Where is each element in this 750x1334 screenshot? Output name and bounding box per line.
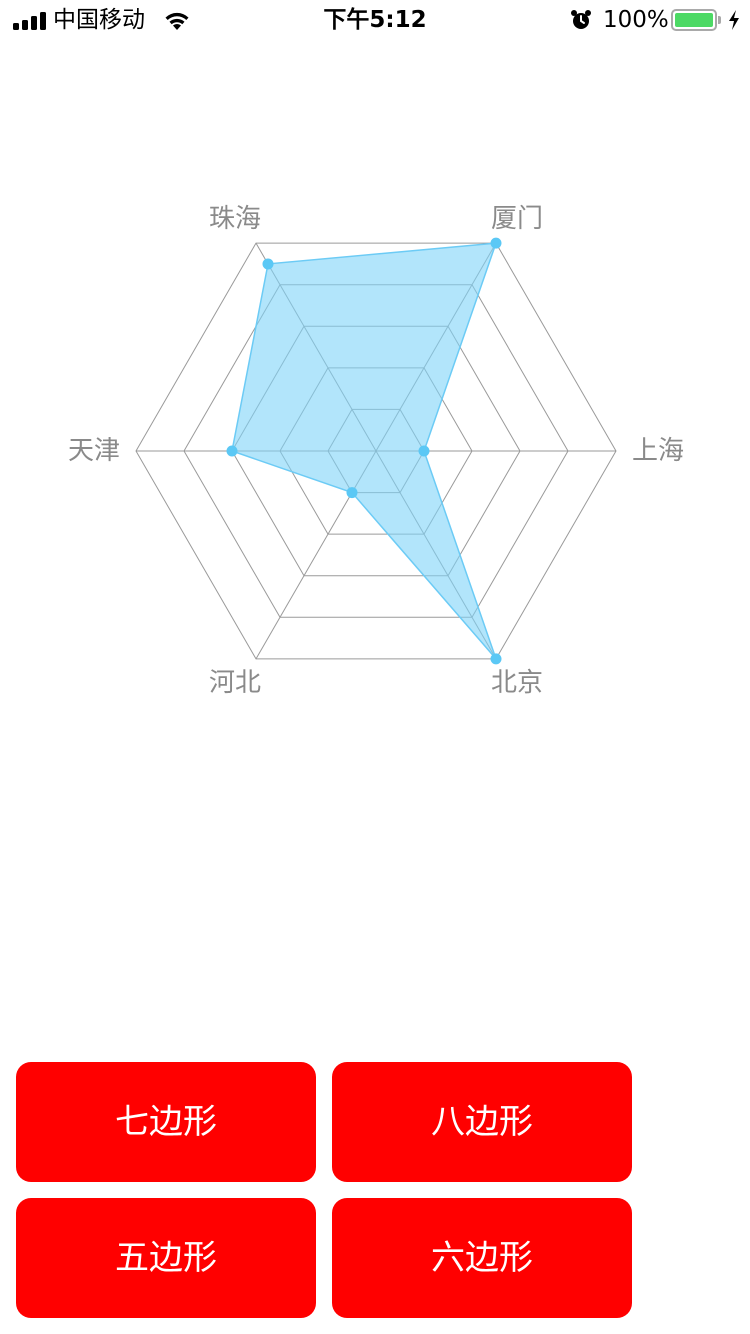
hexagon-button[interactable]: 六边形: [332, 1198, 632, 1318]
radar-axis-label: 厦门: [491, 204, 543, 234]
radar-data-point: [226, 445, 238, 457]
radar-axis-label: 北京: [491, 668, 543, 698]
radar-data-point: [418, 445, 430, 457]
radar-data-point: [346, 487, 358, 499]
radar-data-point: [262, 258, 274, 270]
radar-axis-label: 河北: [209, 668, 261, 698]
radar-data-point: [490, 653, 502, 665]
heptagon-button[interactable]: 七边形: [16, 1062, 316, 1182]
radar-axis-label: 珠海: [209, 204, 261, 234]
radar-data-point: [490, 237, 502, 249]
octagon-button[interactable]: 八边形: [332, 1062, 632, 1182]
pentagon-button[interactable]: 五边形: [16, 1198, 316, 1318]
radar-axis-label: 天津: [68, 436, 120, 466]
radar-axis-label: 上海: [632, 436, 684, 466]
radar-chart: 上海 厦门 珠海天津河北 北京: [68, 204, 684, 698]
